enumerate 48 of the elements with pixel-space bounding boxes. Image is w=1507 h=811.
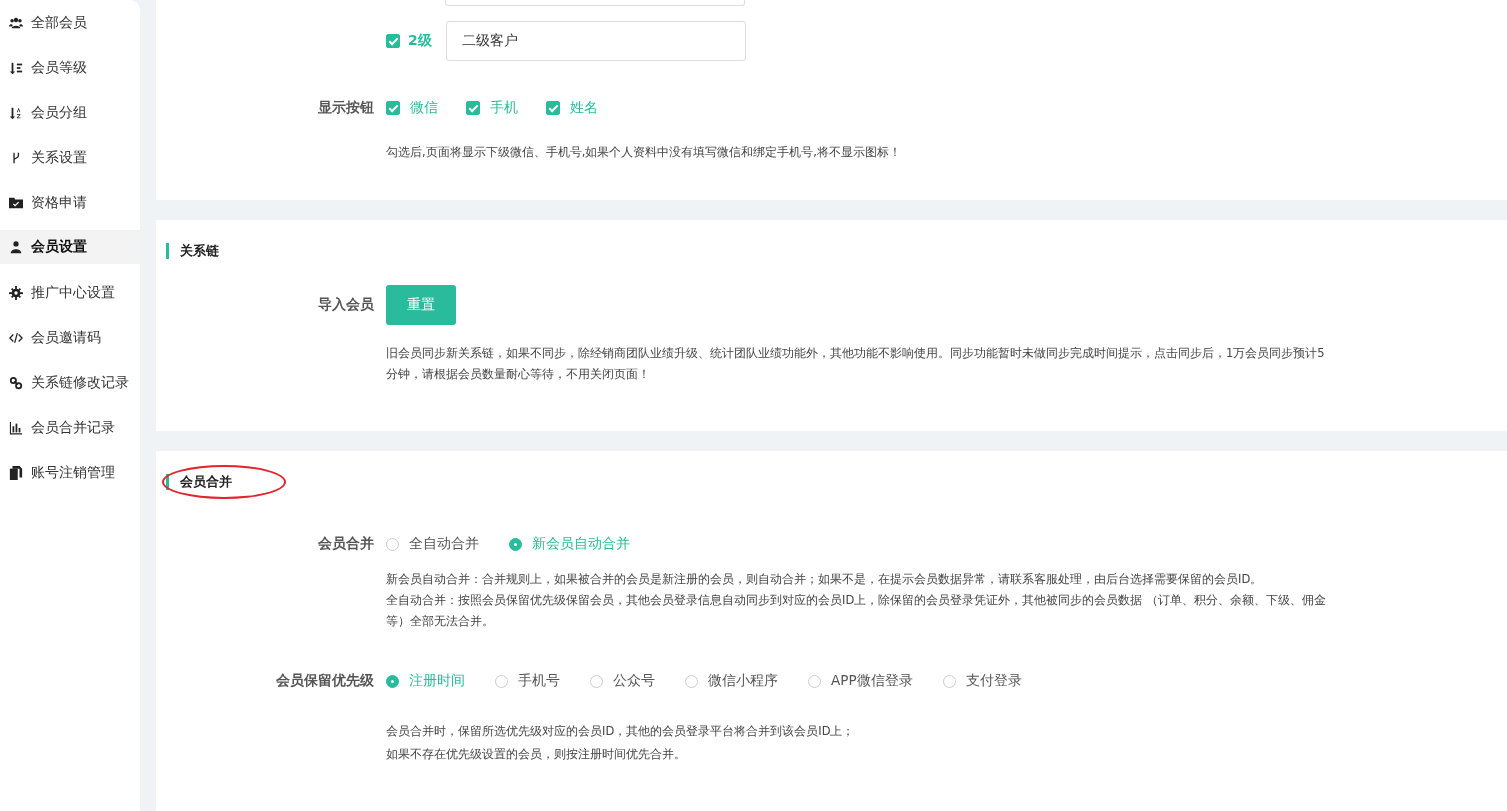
level-name-input[interactable]: 二级客户	[445, 21, 746, 61]
field-label: 会员合并	[317, 535, 375, 553]
radio-label[interactable]: APP微信登录	[831, 672, 913, 690]
hint-text: 如果不存在优先级设置的会员，则按注册时间优先合并。	[386, 746, 687, 763]
checkbox[interactable]	[546, 101, 560, 115]
sort-alpha-icon	[9, 105, 23, 120]
hint-text: 全自动合并：按照会员保留优先级保留会员，其他会员登录信息自动同步到对应的会员ID上，除保留的会员登录凭证外，其他被同步的会员数据 （订单、积分、余额、下级、佣金等）全部无法合并。	[386, 592, 1326, 630]
checkbox[interactable]	[386, 34, 400, 48]
radio-label[interactable]: 手机号	[518, 672, 560, 690]
sidebar-item[interactable]: 账号注销管理	[0, 450, 140, 495]
radio-label[interactable]: 公众号	[613, 672, 655, 690]
sidebar-item[interactable]: 会员设置	[0, 230, 140, 264]
radio-label[interactable]: 全自动合并	[409, 535, 479, 553]
input-field[interactable]	[445, 0, 745, 6]
radio-button[interactable]	[509, 537, 522, 551]
bar-chart-icon	[9, 420, 23, 435]
users-icon	[9, 15, 23, 30]
sidebar-item[interactable]: 资格申请	[0, 180, 140, 225]
radio-button[interactable]	[386, 674, 399, 688]
section-title: 会员合并	[166, 474, 1507, 490]
hint-text: 新会员自动合并：合并规则上，如果被合并的会员是新注册的会员，则自动合并；如果不是，在提示会员数据异常，请联系客服处理，由后台选择需要保留的会员ID。	[386, 571, 1264, 588]
sidebar-item[interactable]: 推广中心设置	[0, 270, 140, 315]
radio-label[interactable]: 支付登录	[965, 672, 1022, 690]
sidebar-item[interactable]: 会员等级	[0, 45, 140, 90]
settings-icon	[9, 285, 23, 300]
field-label: 会员保留优先级	[275, 672, 375, 690]
link-icon	[9, 375, 23, 390]
folder-icon	[9, 195, 23, 210]
code-icon	[9, 330, 23, 345]
checkbox[interactable]	[466, 101, 480, 115]
field-label: 显示按钮	[317, 99, 375, 117]
section-title: 关系链	[166, 243, 1507, 259]
level-label: 2级	[408, 32, 432, 50]
sidebar-item[interactable]: 关系设置	[0, 135, 140, 180]
checkbox[interactable]	[386, 101, 400, 115]
sidebar-item[interactable]: 会员合并记录	[0, 405, 140, 450]
sidebar-item[interactable]: 会员分组	[0, 90, 140, 135]
hint-text: 旧会员同步新关系链，如果不同步，除经销商团队业绩升级、统计团队业绩功能外，其他功能不影响使用。同步功能暂时未做同步完成时间提示，点击同步后，1万会员同步预计5分钟，请根据会员数量耐心等待，不用关闭页面！	[386, 345, 1326, 383]
sidebar-item[interactable]: 关系链修改记录	[0, 360, 140, 405]
hint-text: 会员合并时，保留所选优先级对应的会员ID，其他的会员登录平台将合并到该会员ID上；	[386, 723, 855, 740]
user-icon	[9, 240, 23, 254]
copy-icon	[9, 465, 23, 480]
field-label: 导入会员	[317, 296, 375, 314]
hint-text: 勾选后,页面将显示下级微信、手机号,如果个人资料中没有填写微信和绑定手机号,将不显示图标！	[386, 144, 901, 161]
sidebar-item[interactable]: 全部会员	[0, 0, 140, 45]
sort-icon	[9, 60, 23, 75]
sidebar-item[interactable]: 会员邀请码	[0, 315, 140, 360]
radio-label[interactable]: 微信小程序	[708, 672, 778, 690]
